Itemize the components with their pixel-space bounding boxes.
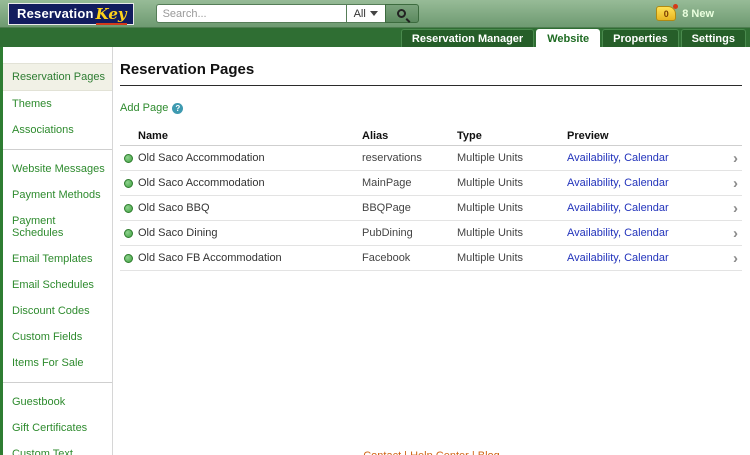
table-row[interactable]: Old Saco Accommodation reservations Mult…	[120, 146, 742, 171]
page-name: Old Saco Accommodation	[138, 152, 362, 164]
tab-reservation-manager[interactable]: Reservation Manager	[401, 29, 534, 47]
active-status-icon	[124, 254, 133, 263]
chevron-right-icon[interactable]: ›	[720, 176, 742, 191]
logo-text-key: Key	[96, 5, 127, 25]
chevron-down-icon	[370, 11, 378, 16]
main-panel: Reservation Pages Add Page ? Name Alias …	[113, 47, 750, 455]
sidebar-item-website-messages[interactable]: Website Messages	[3, 156, 112, 182]
page-name: Old Saco Dining	[138, 227, 362, 239]
status-dot-cell	[120, 179, 138, 188]
sidebar-item-email-templates[interactable]: Email Templates	[3, 246, 112, 272]
active-status-icon	[124, 179, 133, 188]
table-header-row: Name Alias Type Preview	[120, 126, 742, 146]
search-scope-dropdown[interactable]: All	[346, 4, 385, 23]
help-icon[interactable]: ?	[172, 103, 183, 114]
top-bar: Reservation Key All 0 8 New	[0, 0, 750, 28]
sidebar-item-custom-text[interactable]: Custom Text	[3, 441, 112, 455]
page-name: Old Saco FB Accommodation	[138, 252, 362, 264]
sidebar-item-gift-certificates[interactable]: Gift Certificates	[3, 415, 112, 441]
search-button[interactable]	[385, 4, 419, 23]
tab-settings[interactable]: Settings	[681, 29, 746, 47]
page-alias: MainPage	[362, 177, 457, 189]
sidebar-item-discount-codes[interactable]: Discount Codes	[3, 298, 112, 324]
page-alias: BBQPage	[362, 202, 457, 214]
page-alias: Facebook	[362, 252, 457, 264]
chevron-right-icon[interactable]: ›	[720, 251, 742, 266]
topbar-right: 0 8 New	[656, 6, 742, 21]
notification-icon[interactable]: 0	[656, 6, 676, 21]
sidebar-item-email-schedules[interactable]: Email Schedules	[3, 272, 112, 298]
search-scope-label: All	[354, 8, 366, 20]
new-items-link[interactable]: 8 New	[682, 8, 714, 20]
page-title: Reservation Pages	[120, 61, 742, 78]
table-row[interactable]: Old Saco FB Accommodation Facebook Multi…	[120, 246, 742, 271]
status-dot-cell	[120, 229, 138, 238]
add-page-row: Add Page ?	[120, 102, 742, 114]
sidebar-item-payment-methods[interactable]: Payment Methods	[3, 182, 112, 208]
search-group: All	[156, 4, 419, 23]
search-icon	[397, 9, 406, 18]
app-logo[interactable]: Reservation Key	[8, 3, 134, 25]
page-type: Multiple Units	[457, 252, 567, 264]
add-page-link[interactable]: Add Page	[120, 102, 168, 114]
tab-website[interactable]: Website	[536, 29, 600, 47]
sidebar-item-items-for-sale[interactable]: Items For Sale	[3, 350, 112, 376]
preview-links[interactable]: Availability, Calendar	[567, 202, 720, 214]
active-status-icon	[124, 204, 133, 213]
content-area: Reservation Pages Themes Associations We…	[0, 47, 750, 455]
footer-links[interactable]: Contact | Help Center | Blog	[363, 450, 500, 455]
page-type: Multiple Units	[457, 177, 567, 189]
table-row[interactable]: Old Saco BBQ BBQPage Multiple Units Avai…	[120, 196, 742, 221]
column-header-name: Name	[138, 130, 362, 142]
status-dot-cell	[120, 254, 138, 263]
column-header-type: Type	[457, 130, 567, 142]
active-status-icon	[124, 154, 133, 163]
sidebar-divider	[3, 382, 112, 383]
search-input[interactable]	[156, 4, 346, 23]
chevron-right-icon[interactable]: ›	[720, 226, 742, 241]
chevron-right-icon[interactable]: ›	[720, 151, 742, 166]
logo-text-reservation: Reservation	[17, 6, 94, 21]
preview-links[interactable]: Availability, Calendar	[567, 177, 720, 189]
page-type: Multiple Units	[457, 202, 567, 214]
active-status-icon	[124, 229, 133, 238]
status-dot-cell	[120, 204, 138, 213]
tab-properties[interactable]: Properties	[602, 29, 678, 47]
status-dot-cell	[120, 154, 138, 163]
sidebar-item-payment-schedules[interactable]: Payment Schedules	[3, 208, 112, 246]
sidebar-item-guestbook[interactable]: Guestbook	[3, 389, 112, 415]
sidebar-item-reservation-pages[interactable]: Reservation Pages	[3, 63, 112, 91]
sidebar-item-themes[interactable]: Themes	[3, 91, 112, 117]
page-type: Multiple Units	[457, 152, 567, 164]
preview-links[interactable]: Availability, Calendar	[567, 152, 720, 164]
sidebar: Reservation Pages Themes Associations We…	[0, 47, 113, 455]
chevron-right-icon[interactable]: ›	[720, 201, 742, 216]
page-type: Multiple Units	[457, 227, 567, 239]
page-alias: reservations	[362, 152, 457, 164]
table-row[interactable]: Old Saco Accommodation MainPage Multiple…	[120, 171, 742, 196]
page-name: Old Saco BBQ	[138, 202, 362, 214]
preview-links[interactable]: Availability, Calendar	[567, 252, 720, 264]
page-alias: PubDining	[362, 227, 457, 239]
table-row[interactable]: Old Saco Dining PubDining Multiple Units…	[120, 221, 742, 246]
title-divider	[120, 85, 742, 86]
column-header-preview: Preview	[567, 130, 720, 142]
main-tab-bar: Reservation Manager Website Properties S…	[0, 28, 750, 47]
sidebar-item-custom-fields[interactable]: Custom Fields	[3, 324, 112, 350]
column-header-alias: Alias	[362, 130, 457, 142]
sidebar-item-associations[interactable]: Associations	[3, 117, 112, 143]
sidebar-divider	[3, 149, 112, 150]
preview-links[interactable]: Availability, Calendar	[567, 227, 720, 239]
page-name: Old Saco Accommodation	[138, 177, 362, 189]
